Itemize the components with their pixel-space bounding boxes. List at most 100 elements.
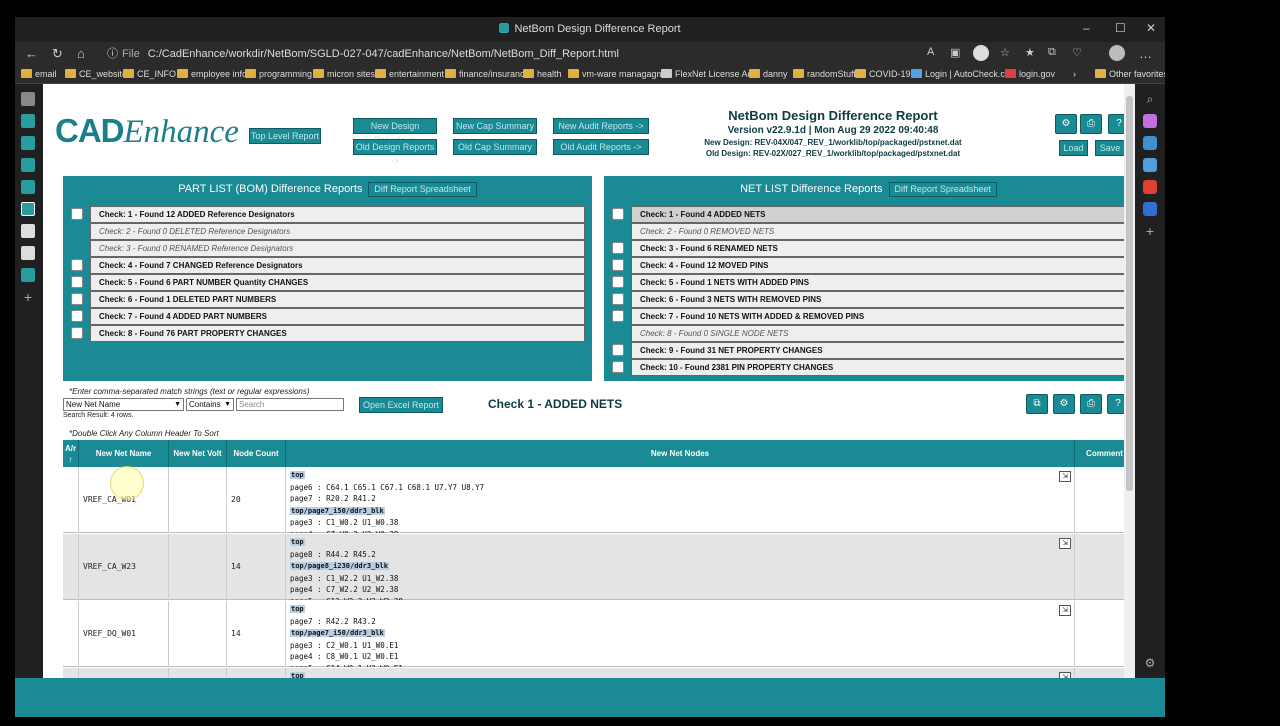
- old-audit-reports-button[interactable]: Old Audit Reports ->: [553, 139, 649, 155]
- fav-micron-sites[interactable]: micron sites: [313, 69, 375, 79]
- table-row[interactable]: VREF_CA_W23 14 top page8 : R44.2 R45.2 top/p…: [63, 534, 1134, 600]
- settings-button[interactable]: ⚙: [1055, 114, 1077, 134]
- checkbox[interactable]: [71, 310, 83, 322]
- fav-employee-info[interactable]: employee info: [177, 69, 247, 79]
- copilot-icon[interactable]: [1143, 114, 1157, 128]
- expand-icon[interactable]: ⇲: [1059, 538, 1071, 549]
- tab-icon-active[interactable]: [21, 202, 35, 216]
- close-icon[interactable]: ✕: [1146, 21, 1156, 35]
- part-check-6[interactable]: Check: 6 - Found 1 DELETED PART NUMBERS: [70, 291, 585, 308]
- collections-icon[interactable]: ⧉: [1048, 46, 1056, 59]
- refresh-icon[interactable]: ↻: [52, 46, 63, 62]
- new-design-reports-button[interactable]: New Design Reports ->: [353, 118, 437, 145]
- old-cap-summary-button[interactable]: Old Cap Summary: [453, 139, 537, 155]
- table-row[interactable]: top ⇲: [63, 668, 1134, 678]
- fav-other[interactable]: Other favorites: [1095, 69, 1165, 79]
- checkbox[interactable]: [71, 327, 83, 339]
- checkbox[interactable]: [71, 208, 83, 220]
- checkbox[interactable]: [71, 293, 83, 305]
- back-icon[interactable]: ←: [25, 46, 38, 61]
- table-print-button[interactable]: ⎙: [1080, 394, 1102, 414]
- tab-icon-4[interactable]: [21, 180, 35, 194]
- net-check-1[interactable]: Check: 1 - Found 4 ADDED NETS: [611, 206, 1126, 223]
- part-check-4[interactable]: Check: 4 - Found 7 CHANGED Reference Des…: [70, 257, 585, 274]
- net-check-7[interactable]: Check: 7 - Found 10 NETS WITH ADDED & RE…: [611, 308, 1126, 325]
- checkbox[interactable]: [612, 310, 624, 322]
- fav-autocheck[interactable]: Login | AutoCheck.c...: [911, 69, 1012, 79]
- checkbox[interactable]: [612, 242, 624, 254]
- tab-panel-icon[interactable]: [21, 92, 35, 106]
- tab-icon-3[interactable]: [21, 158, 35, 172]
- col-header-new-net-volt[interactable]: New Net Volt: [169, 440, 227, 467]
- expand-icon[interactable]: ⇲: [1059, 605, 1071, 616]
- part-diff-spreadsheet-button[interactable]: Diff Report Spreadsheet: [368, 182, 477, 197]
- load-button[interactable]: Load: [1059, 140, 1088, 156]
- fav-chevron-icon[interactable]: ›: [1073, 69, 1076, 79]
- favorites-icon[interactable]: ★: [1025, 46, 1035, 59]
- fav-entertainment[interactable]: entertainment: [375, 69, 444, 79]
- maximize-icon[interactable]: ☐: [1115, 21, 1126, 35]
- checkbox[interactable]: [612, 259, 624, 271]
- home-icon[interactable]: ⌂: [77, 46, 85, 61]
- avatar[interactable]: [1109, 45, 1125, 61]
- column-select[interactable]: New Net Name ▼: [63, 398, 184, 411]
- fav-danny[interactable]: danny: [749, 69, 788, 79]
- scrollbar-thumb[interactable]: [1126, 96, 1133, 491]
- open-excel-report-button[interactable]: Open Excel Report: [359, 397, 443, 413]
- fav-email[interactable]: email: [21, 69, 57, 79]
- checkbox[interactable]: [612, 293, 624, 305]
- checkbox[interactable]: [612, 276, 624, 288]
- fav-login-gov[interactable]: login.gov: [1005, 69, 1055, 79]
- expand-icon[interactable]: ⇲: [1059, 471, 1071, 482]
- search-input[interactable]: Search: [236, 398, 344, 411]
- part-check-1[interactable]: Check: 1 - Found 12 ADDED Reference Desi…: [70, 206, 585, 223]
- old-design-reports-button[interactable]: Old Design Reports ->: [353, 139, 437, 166]
- office-icon[interactable]: [1143, 180, 1157, 194]
- table-settings-button[interactable]: ⚙: [1053, 394, 1075, 414]
- new-cap-summary-button[interactable]: New Cap Summary: [453, 118, 537, 134]
- checkbox[interactable]: [71, 276, 83, 288]
- table-row[interactable]: VREF_CA_W01 20 top page6 : C64.1 C65.1 C67.…: [63, 467, 1134, 533]
- tab-icon-5[interactable]: [21, 224, 35, 238]
- net-check-5[interactable]: Check: 5 - Found 1 NETS WITH ADDED PINS: [611, 274, 1126, 291]
- col-header-node-count[interactable]: Node Count: [227, 440, 286, 467]
- minimize-icon[interactable]: –: [1083, 21, 1090, 35]
- settings-icon[interactable]: ⚙: [1143, 656, 1157, 670]
- extension-icon[interactable]: [973, 45, 989, 61]
- checkbox[interactable]: [71, 259, 83, 271]
- net-check-9[interactable]: Check: 9 - Found 31 NET PROPERTY CHANGES: [611, 342, 1126, 359]
- checkbox[interactable]: [612, 208, 624, 220]
- fav-covid[interactable]: COVID-19: [855, 69, 911, 79]
- part-check-7[interactable]: Check: 7 - Found 4 ADDED PART NUMBERS: [70, 308, 585, 325]
- checkbox[interactable]: [612, 361, 624, 373]
- checkbox[interactable]: [612, 344, 624, 356]
- tab-icon-6[interactable]: [21, 246, 35, 260]
- vertical-scrollbar[interactable]: [1124, 84, 1135, 678]
- copy-button[interactable]: ⧉: [1026, 394, 1048, 414]
- tab-icon-7[interactable]: [21, 268, 35, 282]
- mode-select[interactable]: Contains ▼: [186, 398, 234, 411]
- net-check-6[interactable]: Check: 6 - Found 3 NETS WITH REMOVED PIN…: [611, 291, 1126, 308]
- net-check-3[interactable]: Check: 3 - Found 6 RENAMED NETS: [611, 240, 1126, 257]
- tab-icon[interactable]: ▣: [950, 46, 960, 59]
- fav-vmware[interactable]: vm-ware managagm...: [568, 69, 672, 79]
- fav-ce-info[interactable]: CE_INFO: [123, 69, 176, 79]
- part-check-8[interactable]: Check: 8 - Found 76 PART PROPERTY CHANGE…: [70, 325, 585, 342]
- tab-icon-2[interactable]: [21, 136, 35, 150]
- col-header-new-net-nodes[interactable]: New Net Nodes: [286, 440, 1075, 467]
- net-check-4[interactable]: Check: 4 - Found 12 MOVED PINS: [611, 257, 1126, 274]
- search-icon[interactable]: ⌕: [1143, 92, 1157, 106]
- print-button[interactable]: ⎙: [1080, 114, 1102, 134]
- shield-icon[interactable]: ♡: [1072, 46, 1082, 59]
- col-header-ar[interactable]: A/r ↑: [63, 440, 79, 467]
- col-header-new-net-name[interactable]: New Net Name: [79, 440, 169, 467]
- address-bar[interactable]: ⓘ File C:/CadEnhance/workdir/NetBom/SGLD-0…: [107, 45, 867, 63]
- fav-randomstuff[interactable]: randomStuff: [793, 69, 856, 79]
- read-aloud-icon[interactable]: A: [927, 46, 934, 58]
- fav-programming[interactable]: programming: [245, 69, 312, 79]
- more-icon[interactable]: …: [1139, 46, 1152, 61]
- net-diff-spreadsheet-button[interactable]: Diff Report Spreadsheet: [888, 182, 997, 197]
- add-sidebar-icon[interactable]: +: [1143, 224, 1157, 238]
- new-audit-reports-button[interactable]: New Audit Reports ->: [553, 118, 649, 134]
- new-tab-icon[interactable]: +: [21, 290, 35, 304]
